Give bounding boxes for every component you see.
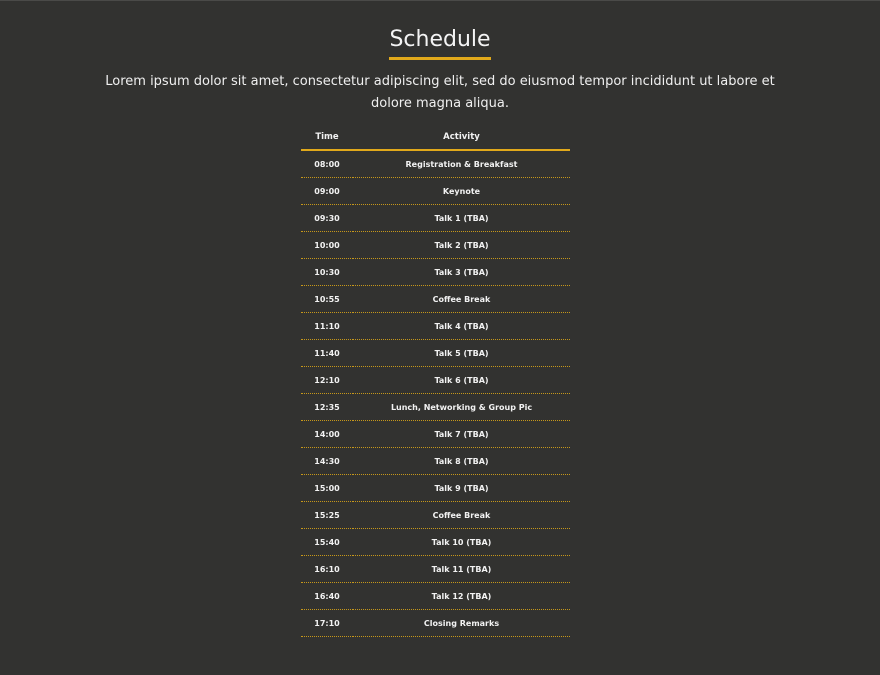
activity-column-header: Activity xyxy=(353,124,570,151)
row-activity: Talk 1 (TBA) xyxy=(353,204,570,232)
row-activity: Talk 11 (TBA) xyxy=(353,555,570,583)
intro-paragraph: Lorem ipsum dolor sit amet, consectetur … xyxy=(105,74,775,111)
row-activity: Talk 2 (TBA) xyxy=(353,231,570,259)
table-row: 16:10 Talk 11 (TBA) xyxy=(301,555,570,583)
row-activity: Talk 10 (TBA) xyxy=(353,528,570,556)
row-activity: Lunch, Networking & Group Pic xyxy=(353,393,570,421)
row-time: 09:30 xyxy=(301,204,353,232)
row-time: 15:40 xyxy=(301,528,353,556)
row-time: 09:00 xyxy=(301,177,353,205)
row-activity: Talk 8 (TBA) xyxy=(353,447,570,475)
row-time: 15:00 xyxy=(301,474,353,502)
row-activity: Registration & Breakfast xyxy=(353,150,570,178)
table-row: 14:30 Talk 8 (TBA) xyxy=(301,447,570,475)
row-activity: Talk 3 (TBA) xyxy=(353,258,570,286)
row-time: 16:40 xyxy=(301,582,353,610)
table-row: 08:00 Registration & Breakfast xyxy=(301,150,570,178)
table-row: 17:10 Closing Remarks xyxy=(301,609,570,637)
schedule-table-header: Time Activity xyxy=(301,124,570,151)
table-row: 16:40 Talk 12 (TBA) xyxy=(301,582,570,610)
row-time: 10:30 xyxy=(301,258,353,286)
row-time: 10:00 xyxy=(301,231,353,259)
row-activity: Talk 9 (TBA) xyxy=(353,474,570,502)
table-row: 15:40 Talk 10 (TBA) xyxy=(301,528,570,556)
row-activity: Talk 12 (TBA) xyxy=(353,582,570,610)
row-time: 11:40 xyxy=(301,339,353,367)
row-activity: Closing Remarks xyxy=(353,609,570,637)
table-row: 12:35 Lunch, Networking & Group Pic xyxy=(301,393,570,421)
row-activity: Talk 7 (TBA) xyxy=(353,420,570,448)
table-row: 09:00 Keynote xyxy=(301,177,570,205)
row-activity: Talk 5 (TBA) xyxy=(353,339,570,367)
time-column-header: Time xyxy=(301,124,353,151)
row-activity: Talk 4 (TBA) xyxy=(353,312,570,340)
table-row: 10:55 Coffee Break xyxy=(301,285,570,313)
row-time: 08:00 xyxy=(301,150,353,178)
table-row: 11:40 Talk 5 (TBA) xyxy=(301,339,570,367)
table-row: 14:00 Talk 7 (TBA) xyxy=(301,420,570,448)
table-row: 10:00 Talk 2 (TBA) xyxy=(301,231,570,259)
schedule-heading-wrap: Schedule xyxy=(0,27,880,60)
row-activity: Coffee Break xyxy=(353,285,570,313)
row-time: 12:35 xyxy=(301,393,353,421)
table-row: 15:00 Talk 9 (TBA) xyxy=(301,474,570,502)
top-divider xyxy=(0,0,880,1)
page-title: Schedule xyxy=(389,27,491,60)
row-time: 12:10 xyxy=(301,366,353,394)
row-activity: Keynote xyxy=(353,177,570,205)
row-time: 17:10 xyxy=(301,609,353,637)
row-time: 15:25 xyxy=(301,501,353,529)
row-time: 11:10 xyxy=(301,312,353,340)
row-time: 10:55 xyxy=(301,285,353,313)
table-row: 10:30 Talk 3 (TBA) xyxy=(301,258,570,286)
row-activity: Coffee Break xyxy=(353,501,570,529)
row-activity: Talk 6 (TBA) xyxy=(353,366,570,394)
table-row: 11:10 Talk 4 (TBA) xyxy=(301,312,570,340)
row-time: 14:30 xyxy=(301,447,353,475)
row-time: 14:00 xyxy=(301,420,353,448)
table-row: 09:30 Talk 1 (TBA) xyxy=(301,204,570,232)
schedule-table-body: 08:00 Registration & Breakfast 09:00 Keynot… xyxy=(301,150,570,637)
header-row: Time Activity xyxy=(301,124,570,151)
table-row: 12:10 Talk 6 (TBA) xyxy=(301,366,570,394)
table-row: 15:25 Coffee Break xyxy=(301,501,570,529)
row-time: 16:10 xyxy=(301,555,353,583)
schedule-table: Time Activity 08:00 Registration & Breakf… xyxy=(301,124,570,637)
